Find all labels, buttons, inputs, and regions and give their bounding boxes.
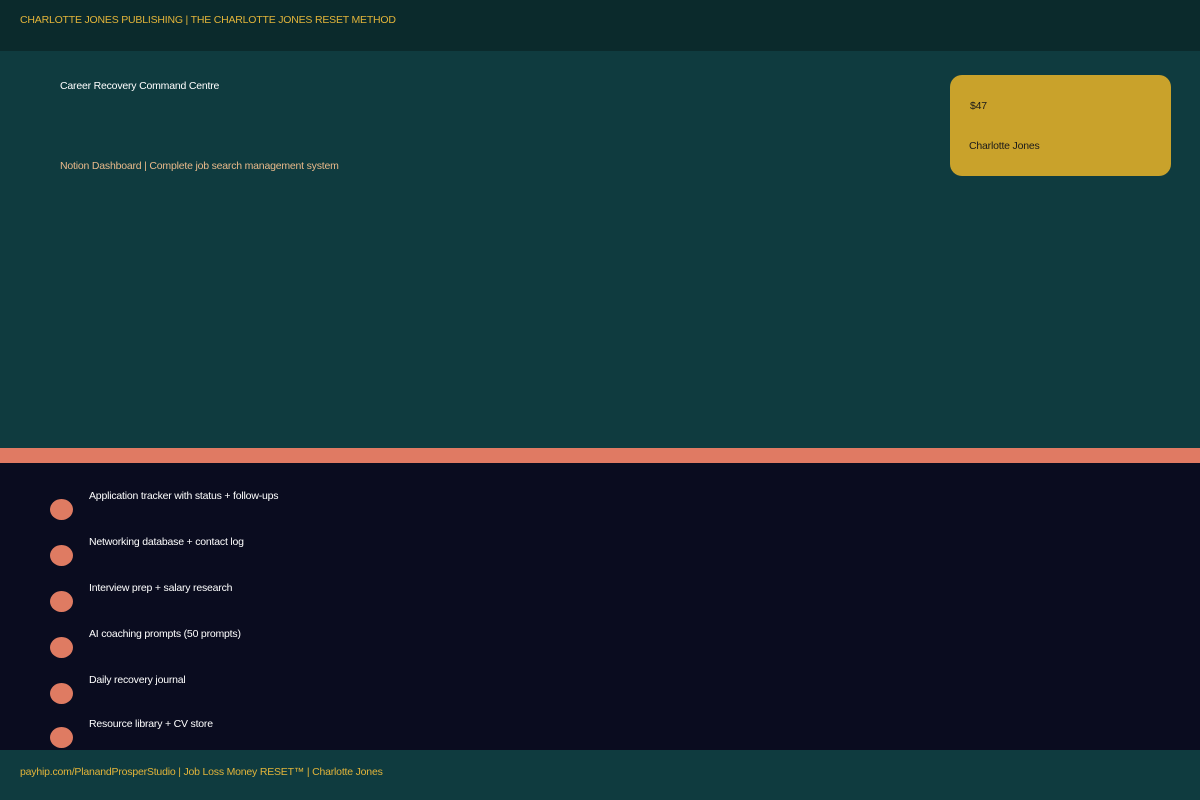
price-card: $47 Charlotte Jones bbox=[950, 75, 1171, 176]
bullet-dot-icon bbox=[50, 545, 73, 566]
feature-label: Daily recovery journal bbox=[89, 674, 186, 686]
price-value: $47 bbox=[970, 100, 987, 112]
bullet-dot-icon bbox=[50, 591, 73, 612]
bullet-dot-icon bbox=[50, 499, 73, 520]
list-item: AI coaching prompts (50 prompts) bbox=[0, 628, 1200, 661]
feature-label: Resource library + CV store bbox=[89, 718, 213, 730]
footer-credits: payhip.com/PlanandProsperStudio | Job Lo… bbox=[20, 766, 383, 778]
bullet-dot-icon bbox=[50, 637, 73, 658]
list-item: Interview prep + salary research bbox=[0, 582, 1200, 615]
footer-bar: payhip.com/PlanandProsperStudio | Job Lo… bbox=[0, 750, 1200, 800]
feature-label: AI coaching prompts (50 prompts) bbox=[89, 628, 241, 640]
publisher-header: CHARLOTTE JONES PUBLISHING | THE CHARLOT… bbox=[20, 14, 396, 26]
accent-divider bbox=[0, 448, 1200, 463]
author-name: Charlotte Jones bbox=[969, 140, 1040, 152]
product-subtitle: Notion Dashboard | Complete job search m… bbox=[60, 160, 339, 172]
bullet-dot-icon bbox=[50, 683, 73, 704]
product-title: Career Recovery Command Centre bbox=[60, 80, 220, 92]
feature-label: Interview prep + salary research bbox=[89, 582, 233, 594]
hero-panel: Career Recovery Command Centre Notion Da… bbox=[0, 51, 1200, 448]
top-bar: CHARLOTTE JONES PUBLISHING | THE CHARLOT… bbox=[0, 0, 1200, 51]
list-item: Networking database + contact log bbox=[0, 536, 1200, 569]
list-item: Application tracker with status + follow… bbox=[0, 490, 1200, 523]
feature-label: Application tracker with status + follow… bbox=[89, 490, 279, 502]
list-item: Daily recovery journal bbox=[0, 674, 1200, 707]
bullet-dot-icon bbox=[50, 727, 73, 748]
list-item: Resource library + CV store bbox=[0, 718, 1200, 751]
feature-label: Networking database + contact log bbox=[89, 536, 244, 548]
feature-list: Application tracker with status + follow… bbox=[0, 463, 1200, 750]
